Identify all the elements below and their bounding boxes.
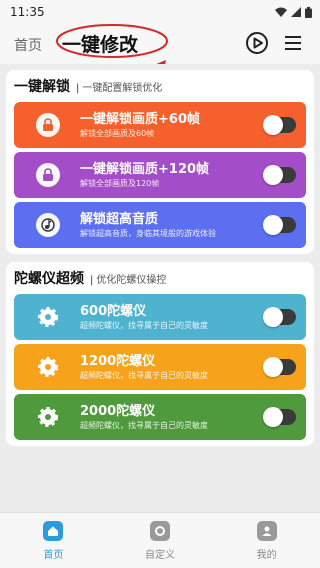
card-description: 超频陀螺仪，找寻属于自己的灵敏度 bbox=[80, 421, 208, 430]
card-description: 解锁全部画质及120帧 bbox=[80, 179, 160, 188]
tab-customize[interactable]: 自定义 bbox=[107, 513, 214, 568]
status-time: 11:35 bbox=[10, 5, 45, 19]
customize-icon bbox=[150, 521, 170, 541]
tab-home[interactable]: 首页 bbox=[0, 513, 107, 568]
section-subtitle: 一键配置解锁优化 bbox=[76, 79, 162, 94]
gyro-600-card[interactable]: 600陀螺仪 超频陀螺仪，找寻属于自己的灵敏度 bbox=[14, 294, 306, 340]
gyro-section: 陀螺仪超频 优化陀螺仪操控 600陀螺仪 超频陀螺仪，找寻属于自己的灵敏度 12… bbox=[6, 262, 314, 446]
gyro-1200-card[interactable]: 1200陀螺仪 超频陀螺仪，找寻属于自己的灵敏度 bbox=[14, 344, 306, 390]
hq-audio-card[interactable]: 解锁超高音质 解锁超高音质，身临其境般的游戏体验 bbox=[14, 202, 306, 248]
gyro-600-toggle[interactable] bbox=[263, 307, 296, 327]
card-title: 解锁超高音质 bbox=[80, 212, 159, 227]
status-bar: 11:35 bbox=[0, 0, 320, 24]
toggle-knob bbox=[263, 307, 283, 327]
hq-audio-toggle[interactable] bbox=[263, 215, 296, 235]
app-header: 首页 一键修改 bbox=[0, 24, 320, 64]
card-title: 一键解锁画质+60帧 bbox=[80, 112, 200, 127]
gyro-1200-toggle[interactable] bbox=[263, 357, 296, 377]
unlock-60fps-toggle[interactable] bbox=[263, 115, 296, 135]
card-title: 1200陀螺仪 bbox=[80, 354, 156, 369]
section-header: 一键解锁 一键配置解锁优化 bbox=[14, 76, 162, 95]
bottom-nav: 首页 自定义 我的 bbox=[0, 512, 320, 568]
lock-icon bbox=[36, 113, 60, 137]
gear-icon bbox=[36, 305, 60, 329]
red-annotation bbox=[56, 24, 168, 64]
section-subtitle: 优化陀螺仪操控 bbox=[90, 271, 166, 286]
home-icon bbox=[43, 521, 64, 541]
card-title: 一键解锁画质+120帧 bbox=[80, 162, 210, 177]
card-title: 600陀螺仪 bbox=[80, 304, 147, 319]
toggle-knob bbox=[263, 357, 283, 377]
lock-icon bbox=[36, 163, 60, 187]
card-description: 解锁全部画质及60帧 bbox=[80, 129, 155, 138]
gear-icon bbox=[36, 405, 60, 429]
tab-label: 自定义 bbox=[145, 550, 175, 561]
section-title: 陀螺仪超频 bbox=[14, 271, 84, 287]
menu-icon[interactable] bbox=[283, 33, 303, 53]
music-note-icon bbox=[36, 213, 60, 237]
status-icons bbox=[275, 6, 312, 18]
tab-label: 首页 bbox=[43, 550, 64, 561]
unlock-section: 一键解锁 一键配置解锁优化 一键解锁画质+60帧 解锁全部画质及60帧 一键解锁… bbox=[6, 70, 314, 254]
card-description: 超频陀螺仪，找寻属于自己的灵敏度 bbox=[80, 321, 208, 330]
page-title: 一键修改 bbox=[62, 34, 139, 56]
section-title: 一键解锁 bbox=[14, 79, 70, 95]
unlock-120fps-card[interactable]: 一键解锁画质+120帧 解锁全部画质及120帧 bbox=[14, 152, 306, 198]
gyro-2000-card[interactable]: 2000陀螺仪 超频陀螺仪，找寻属于自己的灵敏度 bbox=[14, 394, 306, 440]
toggle-knob bbox=[263, 215, 283, 235]
gyro-2000-toggle[interactable] bbox=[263, 407, 296, 427]
toggle-knob bbox=[263, 407, 283, 427]
toggle-knob bbox=[263, 115, 283, 135]
signal-icon bbox=[291, 7, 301, 17]
unlock-60fps-card[interactable]: 一键解锁画质+60帧 解锁全部画质及60帧 bbox=[14, 102, 306, 148]
profile-icon bbox=[256, 521, 277, 541]
tab-profile[interactable]: 我的 bbox=[213, 513, 320, 568]
section-header: 陀螺仪超频 优化陀螺仪操控 bbox=[14, 268, 166, 287]
battery-icon bbox=[305, 6, 312, 18]
card-description: 解锁超高音质，身临其境般的游戏体验 bbox=[80, 229, 216, 238]
card-title: 2000陀螺仪 bbox=[80, 404, 156, 419]
gear-icon bbox=[36, 355, 60, 379]
tab-label: 我的 bbox=[256, 550, 277, 561]
play-button-icon[interactable] bbox=[245, 31, 269, 55]
unlock-120fps-toggle[interactable] bbox=[263, 165, 296, 185]
wifi-icon bbox=[275, 7, 287, 17]
nav-home-link[interactable]: 首页 bbox=[14, 35, 42, 55]
card-description: 超频陀螺仪，找寻属于自己的灵敏度 bbox=[80, 371, 208, 380]
toggle-knob bbox=[263, 165, 283, 185]
